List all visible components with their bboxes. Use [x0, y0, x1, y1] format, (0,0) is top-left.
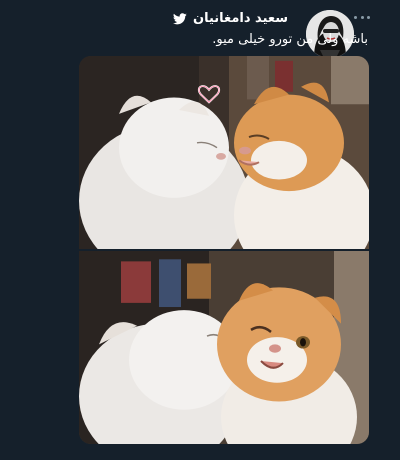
- tweet-media[interactable]: [79, 56, 369, 444]
- twitter-bird-icon: [172, 12, 187, 25]
- author-header: سعید دامغانیان: [172, 11, 288, 26]
- tweet-text: باشه ولی من تورو خیلی میو.: [212, 32, 368, 47]
- photo-top[interactable]: [79, 56, 369, 249]
- photo-bottom[interactable]: [79, 251, 369, 444]
- tweet-card[interactable]: سعید دامغانیان باشه ولی من تورو خیلی میو…: [0, 0, 400, 460]
- more-options-icon[interactable]: [354, 13, 370, 21]
- author-name[interactable]: سعید دامغانیان: [193, 11, 288, 26]
